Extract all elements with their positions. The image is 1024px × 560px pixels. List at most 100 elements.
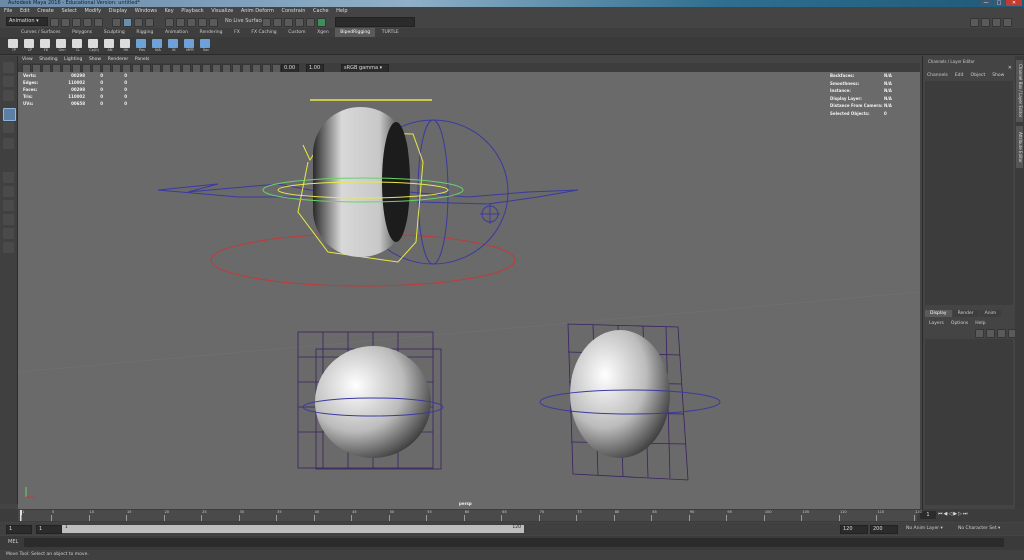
go-to-end-icon[interactable]: ⏭ [963, 511, 968, 517]
shelf-button[interactable]: FK [40, 39, 52, 52]
toggle-modeling-toolkit-icon[interactable] [970, 18, 979, 27]
input-line-field[interactable] [335, 17, 415, 27]
shelf-button[interactable]: CL [72, 39, 84, 52]
show-menu[interactable]: Show [992, 73, 1004, 78]
help-menu[interactable]: Help [975, 321, 985, 326]
mask-icon[interactable] [145, 18, 154, 27]
menu-visualize[interactable]: Visualize [211, 7, 233, 15]
shelf-button[interactable]: AN [104, 39, 116, 52]
playback-end-field[interactable]: 120 [840, 525, 868, 534]
animation-end-field[interactable]: 200 [870, 525, 898, 534]
render-view-icon[interactable] [306, 18, 315, 27]
menu-select[interactable]: Select [61, 7, 76, 15]
ipr-render-icon[interactable] [273, 18, 282, 27]
current-frame-field[interactable]: 1 [920, 511, 936, 519]
tab-anim[interactable]: Anim [979, 310, 1002, 317]
hypershade-icon[interactable] [295, 18, 304, 27]
step-forward-icon[interactable]: ▷ [958, 511, 962, 517]
render-globals-icon[interactable] [317, 18, 326, 27]
layout-graph-icon[interactable] [3, 228, 14, 239]
minimize-button[interactable]: — [980, 0, 992, 6]
shelf-button[interactable]: Sec [200, 39, 212, 52]
tab-rigging[interactable]: Rigging [131, 28, 158, 37]
layout-four-icon[interactable] [3, 186, 14, 197]
menu-playback[interactable]: Playback [181, 7, 203, 15]
menu-edit[interactable]: Edit [20, 7, 30, 15]
toggle-tool-settings-icon[interactable] [992, 18, 1001, 27]
tab-fx[interactable]: FX [229, 28, 245, 37]
animation-start-field[interactable]: 1 [6, 525, 32, 534]
shelf-button[interactable]: HK [120, 39, 132, 52]
snap-view-plane-icon[interactable] [198, 18, 207, 27]
viewport-menu-shading[interactable]: Shading [39, 56, 57, 63]
move-layer-up-icon[interactable] [975, 329, 984, 338]
snap-curve-icon[interactable] [176, 18, 185, 27]
tab-turtle[interactable]: TURTLE [377, 28, 404, 37]
mel-input[interactable] [24, 538, 1004, 547]
mel-label[interactable]: MEL [8, 539, 18, 545]
character-set-dropdown[interactable]: No Character Set ▾ [958, 526, 1000, 531]
shelf-button[interactable]: TP [8, 39, 20, 52]
menu-file[interactable]: File [4, 7, 12, 15]
play-backward-icon[interactable]: ◁ [948, 511, 952, 517]
viewport-menu-show[interactable]: Show [89, 56, 101, 63]
select-component-icon[interactable] [134, 18, 143, 27]
menuset-dropdown[interactable]: Animation ▾ [6, 17, 48, 26]
shelf-button[interactable]: CP [24, 39, 36, 52]
menu-cache[interactable]: Cache [313, 7, 329, 15]
step-back-key-icon[interactable]: ◀ [944, 511, 948, 517]
object-menu[interactable]: Object [971, 73, 986, 78]
menu-display[interactable]: Display [109, 7, 127, 15]
shelf-button[interactable]: Gen [56, 39, 68, 52]
scale-tool-icon[interactable] [3, 138, 14, 149]
menu-modify[interactable]: Modify [85, 7, 102, 15]
menu-create[interactable]: Create [37, 7, 54, 15]
snap-point-icon[interactable] [187, 18, 196, 27]
select-object-icon[interactable] [123, 18, 132, 27]
layout-script-icon[interactable] [3, 242, 14, 253]
menu-windows[interactable]: Windows [135, 7, 157, 15]
render-settings-icon[interactable] [284, 18, 293, 27]
edit-menu[interactable]: Edit [955, 73, 964, 78]
viewport-persp[interactable]: Verts: 00298 0 0 Edges: 110002 0 0 Faces: 00298… [18, 72, 920, 509]
menu-help[interactable]: Help [336, 7, 347, 15]
time-slider[interactable]: 1 ⏮ ◀ ◁ ▶ ▷ ⏭ 1 5 10 15 20 25 30 35 40 45 50 55 60 65… [0, 509, 1024, 522]
tab-render[interactable]: Render [952, 310, 979, 317]
open-scene-icon[interactable] [61, 18, 70, 27]
viewport-menu-panels[interactable]: Panels [135, 56, 149, 63]
toggle-channel-box-icon[interactable] [1003, 18, 1012, 27]
tab-attribute-editor[interactable]: Attribute Editor [1016, 126, 1023, 168]
channels-menu[interactable]: Channels [927, 73, 948, 78]
viewport-menu-lighting[interactable]: Lighting [64, 56, 82, 63]
tab-custom[interactable]: Custom [283, 28, 310, 37]
menu-key[interactable]: Key [165, 7, 174, 15]
viewport-menu-renderer[interactable]: Renderer [108, 56, 129, 63]
undo-icon[interactable] [83, 18, 92, 27]
go-to-start-icon[interactable]: ⏮ [938, 511, 943, 517]
tab-polygons[interactable]: Polygons [67, 28, 97, 37]
shelf-button[interactable]: Cp(h) [88, 39, 100, 52]
tab-bipedrigging[interactable]: BipedRigging [335, 28, 376, 37]
tab-rendering[interactable]: Rendering [195, 28, 228, 37]
close-button[interactable]: ✕ [1006, 0, 1022, 6]
maximize-button[interactable]: □ [993, 0, 1005, 6]
tab-sculpting[interactable]: Sculpting [99, 28, 130, 37]
playback-start-field[interactable]: 1 [36, 525, 62, 534]
paint-select-tool-icon[interactable] [3, 90, 14, 101]
shelf-button[interactable]: Pos [136, 39, 148, 52]
toggle-attribute-editor-icon[interactable] [981, 18, 990, 27]
rotate-tool-icon[interactable] [3, 122, 14, 133]
layout-single-icon[interactable] [3, 172, 14, 183]
tab-display[interactable]: Display [925, 310, 952, 317]
lasso-tool-icon[interactable] [3, 76, 14, 87]
select-tool-icon[interactable] [3, 62, 14, 73]
save-scene-icon[interactable] [72, 18, 81, 27]
shelf-button[interactable]: IKA [152, 39, 164, 52]
new-scene-icon[interactable] [50, 18, 59, 27]
snap-grid-icon[interactable] [165, 18, 174, 27]
select-hierarchy-icon[interactable] [112, 18, 121, 27]
shelf-button[interactable]: IK [168, 39, 180, 52]
viewport-menu-view[interactable]: View [22, 56, 33, 63]
layer-list[interactable] [925, 339, 1013, 505]
channel-list[interactable] [925, 81, 1013, 305]
